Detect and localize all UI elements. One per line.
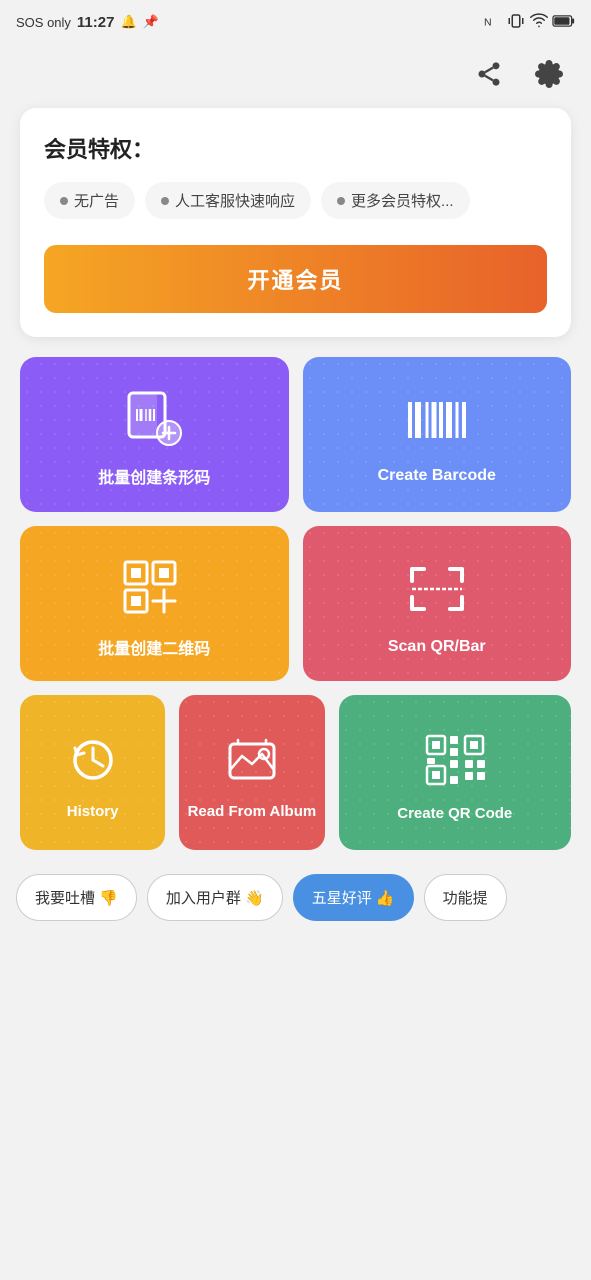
scan-qr-card[interactable]: Scan QR/Bar [303,526,572,681]
sos-text: SOS only [16,15,71,30]
status-left: SOS only 11:27 🔔 📌 [16,14,159,31]
create-barcode-label: Create Barcode [378,467,496,485]
perk-more: 更多会员特权... [321,182,470,219]
scan-qr-icon [402,559,472,624]
history-icon [67,734,119,791]
batch-qr-label: 批量创建二维码 [98,635,210,659]
share-button[interactable] [467,52,511,96]
create-qr-card[interactable]: Create QR Code [339,695,571,850]
wifi-icon [530,12,548,33]
status-time: 11:27 [77,14,115,31]
feature-grid: 批量创建条形码 Create Barcode [0,357,591,681]
five-star-button[interactable]: 五星好评 👍 [293,874,414,921]
scan-qr-label: Scan QR/Bar [388,638,486,656]
perk-dot [60,197,68,205]
join-group-button[interactable]: 加入用户群 👋 [147,874,283,921]
bottom-card-row: History Read From Album [0,695,591,850]
svg-text:N: N [484,16,492,28]
perk-customer-service-label: 人工客服快速响应 [175,190,295,211]
batch-qr-card[interactable]: 批量创建二维码 [20,526,289,681]
batch-barcode-label: 批量创建条形码 [98,464,210,488]
complain-button[interactable]: 我要吐槽 👎 [16,874,137,921]
bell-icon: 🔔 [120,14,136,30]
batch-barcode-card[interactable]: 批量创建条形码 [20,357,289,512]
perk-dot-2 [161,197,169,205]
top-actions [0,44,591,104]
read-album-card[interactable]: Read From Album [179,695,324,850]
perk-no-ads: 无广告 [44,182,135,219]
member-perks: 无广告 人工客服快速响应 更多会员特权... [44,182,547,219]
battery-icon [553,14,575,31]
pin-icon: 📌 [143,14,159,30]
member-card: 会员特权： 无广告 人工客服快速响应 更多会员特权... 开通会员 [20,108,571,337]
open-member-button[interactable]: 开通会员 [44,245,547,313]
settings-button[interactable] [527,52,571,96]
create-qr-label: Create QR Code [397,805,512,822]
create-barcode-card[interactable]: Create Barcode [303,357,572,512]
history-card[interactable]: History [20,695,165,850]
batch-qr-icon [119,556,189,621]
perk-dot-3 [337,197,345,205]
create-barcode-icon [402,392,472,453]
nfc-icon: N [484,12,502,33]
status-right: N [484,12,575,33]
history-label: History [67,803,119,820]
status-bar: SOS only 11:27 🔔 📌 N [0,0,591,44]
create-qr-icon [423,732,487,793]
perk-customer-service: 人工客服快速响应 [145,182,311,219]
bottom-action-bar: 我要吐槽 👎 加入用户群 👋 五星好评 👍 功能提 [0,850,591,941]
perk-no-ads-label: 无广告 [74,190,119,211]
batch-barcode-icon [119,389,189,450]
read-album-label: Read From Album [188,803,317,820]
feature-button[interactable]: 功能提 [424,874,507,921]
read-album-icon [226,734,278,791]
perk-more-label: 更多会员特权... [351,190,454,211]
member-title: 会员特权： [44,132,547,164]
vibrate-icon [507,12,525,33]
